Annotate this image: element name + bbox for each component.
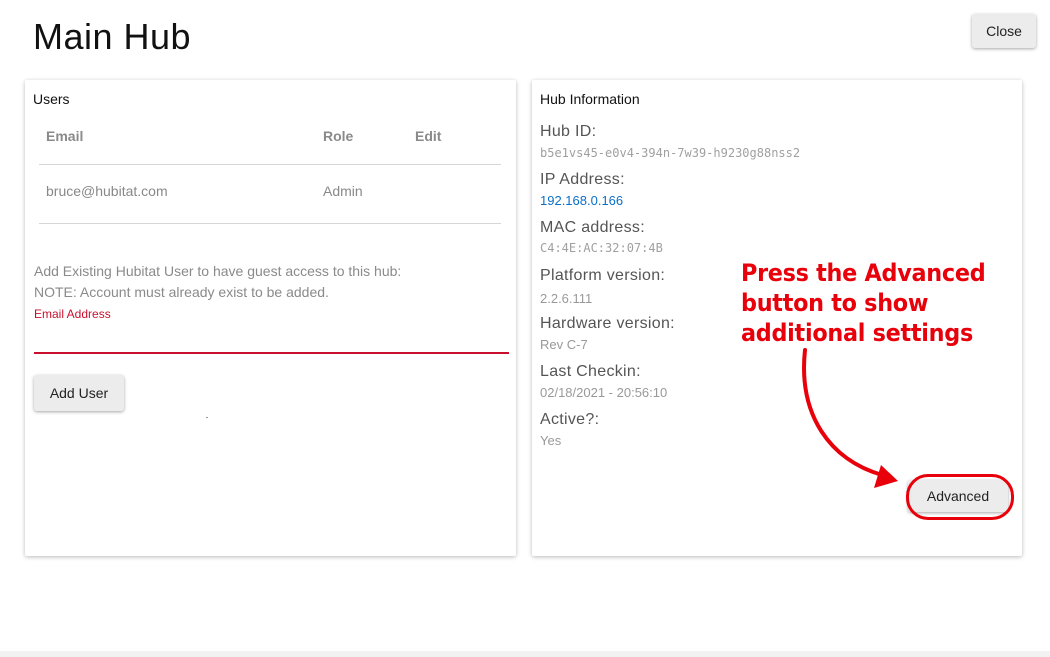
column-header-role: Role [323,128,354,144]
table-divider [39,223,501,224]
active-value: Yes [540,433,562,448]
platform-version-label: Platform version: [540,267,666,284]
ip-address-link[interactable]: 192.168.0.166 [540,193,623,208]
table-divider [39,164,501,165]
annotation-line-3: additional settings [741,319,973,347]
account-note-text: NOTE: Account must already exist to be a… [34,284,329,300]
mac-address-label: MAC address: [540,219,645,236]
hub-id-value: b5e1vs45-e0v4-394n-7w39-h9230g88nss2 [540,146,801,160]
active-label: Active?: [540,411,600,428]
users-card: Users Email Role Edit bruce@hubitat.com … [25,80,516,556]
platform-version-value: 2.2.6.111 [540,291,593,306]
annotation-line-1: Press the Advanced [741,259,986,287]
annotation-line-2: button to show [741,289,929,317]
hardware-version-label: Hardware version: [540,315,675,332]
last-checkin-label: Last Checkin: [540,363,641,380]
bottom-strip [0,651,1050,657]
page-title: Main Hub [33,16,192,57]
hub-id-label: Hub ID: [540,123,597,140]
close-button[interactable]: Close [972,14,1036,48]
hardware-version-value: Rev C-7 [540,337,588,352]
email-address-input[interactable] [34,326,509,354]
divider-dot [206,417,208,418]
users-card-title: Users [33,91,70,107]
annotation-callout: Press the Advanced button to show additi… [741,258,992,348]
add-user-button[interactable]: Add User [34,375,124,411]
annotation-arrow-icon [802,348,898,488]
mac-address-value: C4:4E:AC:32:07:4B [540,241,663,255]
column-header-edit: Edit [415,128,442,144]
user-email-cell: bruce@hubitat.com [46,183,168,199]
ip-address-label: IP Address: [540,171,625,188]
last-checkin-value: 02/18/2021 - 20:56:10 [540,385,668,400]
advanced-highlight-ring [906,474,1014,520]
guest-access-help-text: Add Existing Hubitat User to have guest … [34,263,402,279]
column-header-email: Email [46,128,84,144]
email-address-label: Email Address [34,307,111,321]
user-role-cell: Admin [323,183,363,199]
hub-information-title: Hub Information [540,91,640,107]
